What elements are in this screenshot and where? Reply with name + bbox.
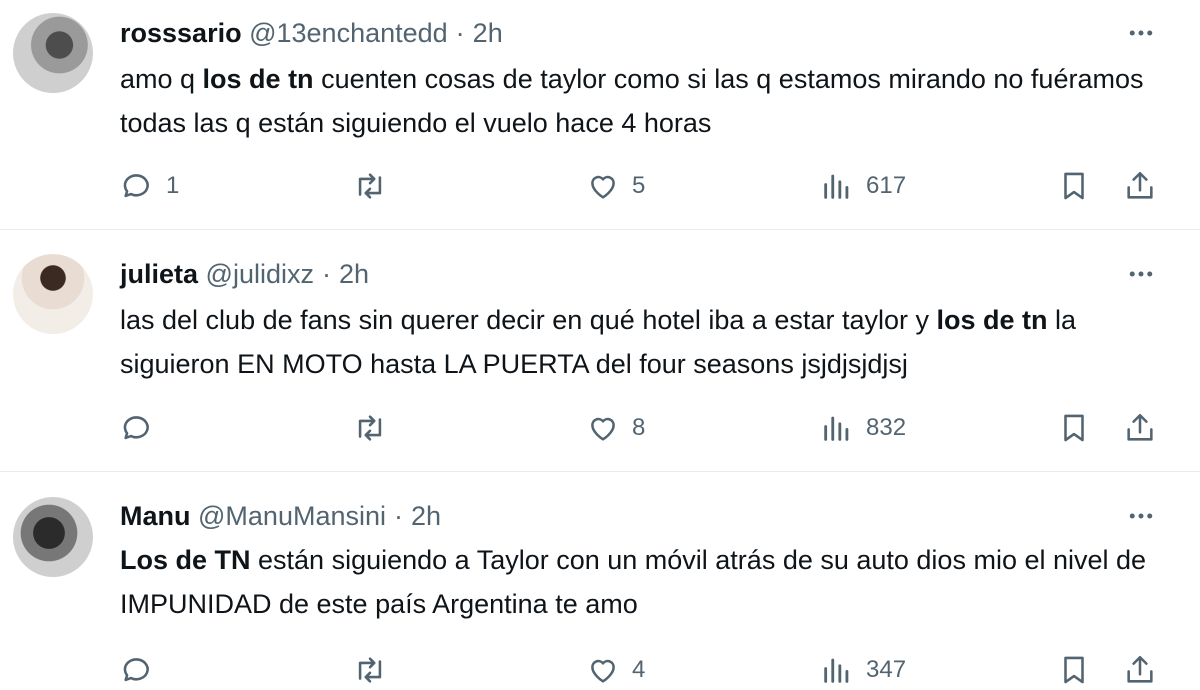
more-horizontal-icon[interactable]	[1124, 499, 1158, 533]
share-icon	[1127, 413, 1153, 441]
reply-icon	[123, 174, 149, 198]
bookmark-icon	[1064, 172, 1084, 200]
timestamp[interactable]: 2h	[339, 259, 369, 289]
like-count: 4	[632, 656, 646, 683]
user-handle[interactable]: @13enchantedd	[249, 18, 448, 48]
retweet-button[interactable]	[353, 650, 399, 690]
display-name[interactable]: rosssario	[120, 18, 242, 48]
views-button[interactable]: 347	[820, 650, 906, 690]
views-icon	[824, 416, 849, 441]
like-count: 5	[632, 172, 646, 199]
tweet-text: las del club de fans sin querer decir en…	[120, 298, 1160, 386]
user-handle[interactable]: @ManuMansini	[198, 501, 386, 531]
tweet[interactable]: Manu @ManuMansini · 2h Los de TN están sig…	[0, 472, 1200, 689]
like-button[interactable]: 5	[586, 166, 645, 206]
retweet-icon	[358, 415, 382, 441]
tweet-text: amo q los de tn cuenten cosas de taylor …	[120, 57, 1160, 145]
share-icon	[1127, 655, 1153, 683]
bookmark-button[interactable]	[1057, 650, 1091, 690]
tweet-actions: 4 347	[120, 650, 1160, 690]
bookmark-button[interactable]	[1057, 408, 1091, 448]
views-icon	[824, 174, 849, 199]
bookmark-icon	[1064, 656, 1084, 684]
tweet-feed: rosssario @13enchantedd · 2h amo q los de …	[0, 0, 1200, 689]
tweet-text: Los de TN están siguiendo a Taylor con u…	[120, 538, 1160, 626]
bookmark-button[interactable]	[1057, 166, 1091, 206]
like-button[interactable]: 8	[586, 408, 645, 448]
like-button[interactable]: 4	[586, 650, 645, 690]
tweet-actions: 8 832	[120, 408, 1160, 448]
reply-button[interactable]: 1	[120, 166, 179, 206]
share-button[interactable]	[1123, 650, 1157, 690]
reply-button[interactable]	[120, 650, 166, 690]
more-horizontal-icon[interactable]	[1124, 16, 1158, 50]
tweet-text-bold: los de tn	[202, 64, 314, 94]
reply-icon	[123, 416, 149, 440]
tweet-header: rosssario @13enchantedd · 2h	[120, 16, 503, 50]
views-icon	[824, 658, 849, 683]
reply-count: 1	[166, 172, 180, 199]
tweet-header: julieta @julidixz · 2h	[120, 257, 369, 291]
display-name[interactable]: Manu	[120, 501, 191, 531]
views-button[interactable]: 832	[820, 408, 906, 448]
separator-dot: ·	[455, 18, 465, 48]
separator-dot: ·	[321, 259, 331, 289]
timestamp[interactable]: 2h	[473, 18, 503, 48]
retweet-button[interactable]	[353, 408, 399, 448]
share-button[interactable]	[1123, 408, 1157, 448]
separator-dot: ·	[394, 501, 404, 531]
more-horizontal-icon[interactable]	[1124, 257, 1158, 291]
bookmark-icon	[1064, 414, 1084, 442]
avatar[interactable]	[13, 13, 93, 93]
tweet-header: Manu @ManuMansini · 2h	[120, 499, 441, 533]
retweet-icon	[358, 173, 382, 199]
tweet[interactable]: julieta @julidixz · 2h las del club de fan…	[0, 230, 1200, 472]
tweet-text-bold: los de tn	[936, 305, 1048, 335]
heart-icon	[591, 659, 615, 683]
avatar[interactable]	[13, 497, 93, 577]
reply-icon	[123, 658, 149, 682]
tweet-text-bold: Los de TN	[120, 545, 251, 575]
share-button[interactable]	[1123, 166, 1157, 206]
user-handle[interactable]: @julidixz	[206, 259, 314, 289]
heart-icon	[591, 175, 615, 199]
share-icon	[1127, 171, 1153, 199]
tweet-text-part: amo q	[120, 64, 203, 94]
avatar[interactable]	[13, 254, 93, 334]
retweet-icon	[358, 657, 382, 683]
timestamp[interactable]: 2h	[411, 501, 441, 531]
tweet-actions: 1 5 617	[120, 166, 1160, 206]
heart-icon	[591, 417, 615, 441]
views-count: 347	[866, 656, 907, 683]
display-name[interactable]: julieta	[120, 259, 198, 289]
tweet-text-part: las del club de fans sin querer decir en…	[120, 305, 937, 335]
views-count: 617	[866, 172, 907, 199]
like-count: 8	[632, 414, 646, 441]
tweet-text-part: están siguiendo a Taylor con un móvil at…	[120, 545, 1147, 619]
retweet-button[interactable]	[353, 166, 399, 206]
views-button[interactable]: 617	[820, 166, 906, 206]
tweet[interactable]: rosssario @13enchantedd · 2h amo q los de …	[0, 0, 1200, 230]
reply-button[interactable]	[120, 408, 166, 448]
views-count: 832	[866, 414, 907, 441]
